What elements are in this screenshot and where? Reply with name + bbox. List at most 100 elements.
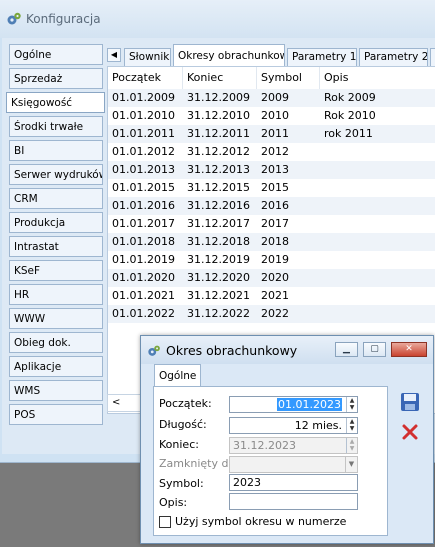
table-cell: 01.01.2013 bbox=[112, 163, 175, 176]
table-cell: 01.01.2012 bbox=[112, 145, 175, 158]
period-dialog: Okres obrachunkowy ▁ ▢ ✕ Ogólne Początek… bbox=[140, 335, 434, 544]
use-symbol-label: Użyj symbol okresu w numerze bbox=[175, 515, 347, 528]
table-cell: rok 2011 bbox=[324, 127, 373, 140]
dialog-title-bar: Okres obrachunkowy ▁ ▢ ✕ bbox=[141, 336, 433, 364]
table-cell: 01.01.2011 bbox=[112, 127, 175, 140]
table-cell: 31.12.2021 bbox=[187, 289, 250, 302]
end-date-field: 31.12.2023 ▲ ▼ bbox=[229, 437, 358, 454]
table-cell bbox=[320, 251, 324, 269]
gear-icon bbox=[148, 345, 160, 356]
sidebar-item[interactable]: Sprzedaż bbox=[9, 68, 103, 89]
table-cell bbox=[320, 179, 324, 197]
table-cell bbox=[320, 287, 324, 305]
tab-general[interactable]: Ogólne bbox=[154, 364, 202, 386]
sidebar-item[interactable]: Aplikacje bbox=[9, 356, 103, 377]
table-cell: 31.12.2012 bbox=[187, 145, 250, 158]
sidebar-item[interactable]: KSeF bbox=[9, 260, 103, 281]
table-row[interactable]: 01.01.2021 31.12.2021 2021 bbox=[108, 287, 435, 305]
table-cell: 31.12.2019 bbox=[187, 253, 250, 266]
table-header: Początek Koniec Symbol Opis bbox=[108, 67, 435, 90]
table-row[interactable]: 01.01.2010 31.12.2010 2010 Rok 2010 bbox=[108, 107, 435, 125]
column-header[interactable]: Początek bbox=[108, 67, 183, 89]
table-cell bbox=[320, 269, 324, 287]
close-icon[interactable]: ✕ bbox=[391, 342, 427, 357]
description-field[interactable] bbox=[229, 493, 358, 510]
length-field[interactable]: 12 mies. ▲ ▼ bbox=[229, 417, 358, 434]
sidebar-item[interactable]: Ogólne bbox=[9, 44, 103, 65]
table-cell: 2016 bbox=[261, 199, 289, 212]
gear-icon bbox=[7, 12, 21, 25]
maximize-icon[interactable]: ▢ bbox=[363, 342, 386, 357]
table-row[interactable]: 01.01.2011 31.12.2011 2011 rok 2011 bbox=[108, 125, 435, 143]
sidebar-item[interactable]: CRM bbox=[9, 188, 103, 209]
table-cell: 2011 bbox=[261, 127, 289, 140]
table-cell: 2015 bbox=[261, 181, 289, 194]
table-cell: 2013 bbox=[261, 163, 289, 176]
table-cell: 01.01.2019 bbox=[112, 253, 175, 266]
table-row[interactable]: 01.01.2022 31.12.2022 2022 bbox=[108, 305, 435, 323]
table-cell: 31.12.2010 bbox=[187, 109, 250, 122]
column-header[interactable]: Koniec bbox=[183, 67, 257, 89]
delete-icon[interactable] bbox=[399, 421, 421, 443]
table-row[interactable]: 01.01.2015 31.12.2015 2015 bbox=[108, 179, 435, 197]
table-row[interactable]: 01.01.2012 31.12.2012 2012 bbox=[108, 143, 435, 161]
table-cell: 01.01.2010 bbox=[112, 109, 175, 122]
sidebar-item[interactable]: WMS bbox=[9, 380, 103, 401]
tab-item[interactable]: Parametry 1 bbox=[287, 48, 357, 67]
table-cell: Rok 2010 bbox=[324, 109, 376, 122]
sidebar-item[interactable]: Obieg dok. bbox=[9, 332, 103, 353]
start-date-spinner[interactable]: ▲ ▼ bbox=[346, 397, 357, 412]
save-icon[interactable] bbox=[399, 391, 421, 413]
table-cell: 31.12.2020 bbox=[187, 271, 250, 284]
end-date-value: 31.12.2023 bbox=[233, 439, 296, 452]
column-header[interactable]: Symbol bbox=[257, 67, 320, 89]
table-cell: 01.01.2021 bbox=[112, 289, 175, 302]
scroll-left-icon[interactable]: ◀ bbox=[107, 48, 121, 62]
start-date-field[interactable]: 01.01.2023 ▲ ▼ bbox=[229, 396, 358, 413]
tab-bar: ◀ Słowniki Okresy obrachunkowe Parametry 1… bbox=[107, 42, 435, 68]
tab-item[interactable]: Okresy obrachunkowe bbox=[173, 44, 285, 68]
sidebar-item[interactable]: Serwer wydruków bbox=[9, 164, 103, 185]
symbol-field[interactable]: 2023 bbox=[229, 474, 358, 491]
table-cell: 31.12.2016 bbox=[187, 199, 250, 212]
chevron-down-icon: ▼ bbox=[345, 457, 357, 472]
table-row[interactable]: 01.01.2019 31.12.2019 2019 bbox=[108, 251, 435, 269]
sidebar-item[interactable]: Produkcja bbox=[9, 212, 103, 233]
table-cell: 31.12.2013 bbox=[187, 163, 250, 176]
table-cell bbox=[320, 161, 324, 179]
table-cell: Rok 2009 bbox=[324, 91, 376, 104]
sidebar-item[interactable]: WWW bbox=[9, 308, 103, 329]
table-cell: 01.01.2022 bbox=[112, 307, 175, 320]
table-row[interactable]: 01.01.2017 31.12.2017 2017 bbox=[108, 215, 435, 233]
sidebar-item[interactable]: Księgowość bbox=[6, 92, 105, 113]
table-cell: 2022 bbox=[261, 307, 289, 320]
sidebar-item[interactable]: Środki trwałe bbox=[9, 116, 103, 137]
column-header[interactable]: Opis bbox=[320, 67, 435, 89]
sidebar-item[interactable]: HR bbox=[9, 284, 103, 305]
tab-item[interactable]: Słowniki bbox=[124, 48, 171, 67]
sidebar-item[interactable]: BI bbox=[9, 140, 103, 161]
table-row[interactable]: 01.01.2016 31.12.2016 2016 bbox=[108, 197, 435, 215]
table-row[interactable]: 01.01.2020 31.12.2020 2020 bbox=[108, 269, 435, 287]
table-cell: 2010 bbox=[261, 109, 289, 122]
end-date-spinner: ▲ ▼ bbox=[346, 438, 357, 453]
table-cell: 2018 bbox=[261, 235, 289, 248]
sidebar-item[interactable]: Intrastat bbox=[9, 236, 103, 257]
length-spinner[interactable]: ▲ ▼ bbox=[346, 418, 357, 433]
minimize-icon[interactable]: ▁ bbox=[335, 342, 358, 357]
table-cell bbox=[320, 233, 324, 251]
table-row[interactable]: 01.01.2009 31.12.2009 2009 Rok 2009 bbox=[108, 89, 435, 107]
use-symbol-checkbox[interactable] bbox=[159, 516, 171, 528]
dialog-title: Okres obrachunkowy bbox=[166, 343, 298, 358]
table-cell bbox=[320, 215, 324, 233]
table-row[interactable]: 01.01.2018 31.12.2018 2018 bbox=[108, 233, 435, 251]
tab-item[interactable]: K bbox=[430, 48, 435, 67]
table-row[interactable]: 01.01.2013 31.12.2013 2013 bbox=[108, 161, 435, 179]
table-cell: 01.01.2015 bbox=[112, 181, 175, 194]
closed-label: Zamknięty do: bbox=[159, 457, 239, 470]
sidebar-item[interactable]: POS bbox=[9, 404, 103, 425]
start-label: Początek: bbox=[159, 397, 212, 410]
tab-item[interactable]: Parametry 2 bbox=[359, 48, 428, 67]
table-cell bbox=[320, 143, 324, 161]
table-cell: 2012 bbox=[261, 145, 289, 158]
